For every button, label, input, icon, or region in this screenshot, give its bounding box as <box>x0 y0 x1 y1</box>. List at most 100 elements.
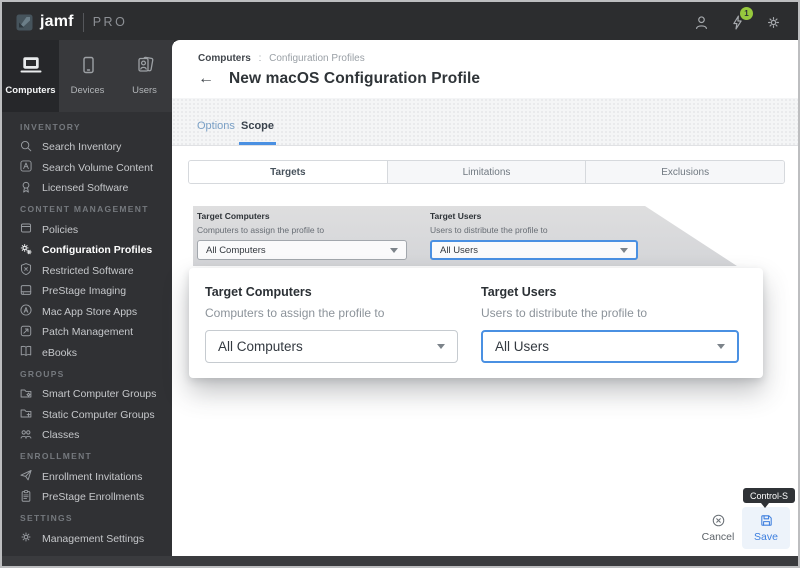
sidebar-item-label: Mac App Store Apps <box>42 305 138 318</box>
settings-gear-icon[interactable] <box>765 14 782 31</box>
sidebar-item-restricted-software[interactable]: Restricted Software <box>2 261 174 282</box>
field-description: Users to distribute the profile to <box>481 306 648 320</box>
sidebar-item-label: PreStage Enrollments <box>42 491 145 504</box>
target-users-dropdown-small[interactable]: All Users <box>430 240 638 260</box>
sidebar-item-label: Patch Management <box>42 326 134 339</box>
brand-name: jamf <box>40 13 74 30</box>
target-users-dropdown[interactable]: All Users <box>481 330 739 363</box>
profile-tab-options[interactable]: Options <box>197 120 235 132</box>
form-column-target-computers-small: Target Computers Computers to assign the … <box>197 211 407 260</box>
sidebar-item-ebooks[interactable]: eBooks <box>2 343 174 364</box>
brand-divider <box>82 12 84 32</box>
brand-suffix: PRO <box>92 15 128 29</box>
form-column-target-computers: Target Computers Computers to assign the … <box>205 285 458 363</box>
sidebar-item-management-settings[interactable]: Management Settings <box>2 529 174 550</box>
sidebar-item-smart-computer-groups[interactable]: Smart Computer Groups <box>2 384 174 405</box>
save-floppy-icon <box>760 515 772 526</box>
breadcrumb-current[interactable]: Configuration Profiles <box>269 53 365 64</box>
sidebar-section-content-management: CONTENT MANAGEMENT <box>20 204 149 214</box>
scope-tab-exclusions[interactable]: Exclusions <box>586 161 784 183</box>
sidebar-item-prestage-imaging[interactable]: PreStage Imaging <box>2 281 174 302</box>
jamf-logo-icon <box>16 14 33 30</box>
sidebar-item-licensed-software[interactable]: Licensed Software <box>2 178 174 199</box>
chevron-down-icon <box>717 344 725 349</box>
gear-icon <box>19 530 33 547</box>
breadcrumb-root[interactable]: Computers <box>198 53 251 64</box>
sidebar-section-groups: GROUPS <box>20 368 65 379</box>
scope-tab-targets[interactable]: Targets <box>189 161 388 183</box>
notifications-icon[interactable]: 1 <box>729 6 753 31</box>
folder-plus-icon <box>19 406 33 423</box>
sidebar-item-prestage-enrollments[interactable]: PreStage Enrollments <box>2 487 174 508</box>
sidebar-item-configuration-profiles[interactable]: Configuration Profiles <box>2 240 174 261</box>
sidebar-item-enrollment-invitations[interactable]: Enrollment Invitations <box>2 467 174 488</box>
magnified-callout-panel: Target Computers Computers to assign the … <box>189 268 763 378</box>
sidebar-item-label: Enrollment Invitations <box>42 470 143 483</box>
breadcrumb: Computers : Configuration Profiles <box>198 53 365 64</box>
sidebar-item-search-inventory[interactable]: Search Inventory <box>2 137 174 158</box>
sidebar-item-label: Management Settings <box>42 532 145 545</box>
top-bar: jamf PRO 1 <box>2 2 798 42</box>
sidebar-section-settings: SETTINGS <box>20 513 73 523</box>
sidebar-section-inventory: INVENTORY <box>20 121 81 132</box>
field-label: Target Users <box>430 211 482 221</box>
profile-tab-scope[interactable]: Scope <box>241 120 274 132</box>
chevron-down-icon <box>620 247 628 253</box>
tooltip-pointer <box>761 503 769 508</box>
breadcrumb-separator: : <box>258 53 262 64</box>
target-computers-dropdown-small[interactable]: All Computers <box>197 240 407 260</box>
main-tab-computers[interactable]: Computers <box>2 40 59 112</box>
dropdown-value: All Computers <box>206 244 266 256</box>
people-icon <box>19 427 33 444</box>
field-description: Users to distribute the profile to <box>430 225 548 235</box>
field-description: Computers to assign the profile to <box>205 306 385 320</box>
save-button[interactable]: Save <box>742 507 790 549</box>
field-label: Target Users <box>481 285 557 299</box>
window-bottom-strip <box>2 556 798 566</box>
field-label: Target Computers <box>205 285 312 299</box>
patch-icon <box>19 324 33 341</box>
main-tab-label: Users <box>132 85 157 96</box>
form-column-target-users: Target Users Users to distribute the prof… <box>481 285 739 363</box>
award-icon <box>19 180 33 197</box>
cancel-x-circle-icon <box>712 514 724 527</box>
chevron-down-icon <box>437 344 445 349</box>
target-computers-dropdown[interactable]: All Computers <box>205 330 458 363</box>
context-tabs: Computers Devices Users <box>2 40 174 112</box>
account-icon[interactable] <box>693 14 710 31</box>
imaging-icon <box>19 283 33 300</box>
app-window: jamf PRO 1 Computers Devices Users INVENTO… <box>0 0 800 568</box>
field-label: Target Computers <box>197 211 270 221</box>
save-shortcut-tooltip: Control-S <box>743 488 796 503</box>
sidebar-item-classes[interactable]: Classes <box>2 425 174 446</box>
back-arrow-icon[interactable]: ← <box>198 71 214 87</box>
policies-icon <box>19 221 33 238</box>
main-tab-label: Computers <box>5 85 56 96</box>
sidebar-item-search-volume-content[interactable]: Search Volume Content <box>2 158 174 179</box>
page-title: New macOS Configuration Profile <box>229 70 481 87</box>
gears-icon <box>19 242 33 259</box>
sidebar-item-label: Restricted Software <box>42 264 134 277</box>
main-tab-users[interactable]: Users <box>116 40 173 112</box>
cancel-label: Cancel <box>701 531 735 543</box>
users-card-icon <box>132 56 158 80</box>
sidebar-item-patch-management[interactable]: Patch Management <box>2 322 174 343</box>
chevron-down-icon <box>390 247 398 253</box>
scope-tab-limitations[interactable]: Limitations <box>387 161 587 183</box>
profile-tabstrip: Options Scope <box>172 98 798 146</box>
dropdown-value: All Computers <box>218 339 303 354</box>
sidebar-item-label: Search Inventory <box>42 141 122 154</box>
sidebar-item-label: Classes <box>42 429 80 442</box>
tablet-icon <box>75 56 101 80</box>
notification-badge: 1 <box>740 6 753 20</box>
dropdown-value: All Users <box>440 244 479 256</box>
sidebar-item-policies[interactable]: Policies <box>2 220 174 241</box>
main-tab-devices[interactable]: Devices <box>59 40 116 112</box>
shield-x-icon <box>19 262 33 279</box>
sidebar-item-label: eBooks <box>42 346 78 359</box>
sidebar-item-label: Policies <box>42 223 79 236</box>
sidebar-item-label: PreStage Imaging <box>42 285 127 298</box>
sidebar-item-static-computer-groups[interactable]: Static Computer Groups <box>2 405 174 426</box>
cancel-button[interactable]: Cancel <box>698 513 738 543</box>
sidebar-item-mac-app-store-apps[interactable]: Mac App Store Apps <box>2 302 174 323</box>
